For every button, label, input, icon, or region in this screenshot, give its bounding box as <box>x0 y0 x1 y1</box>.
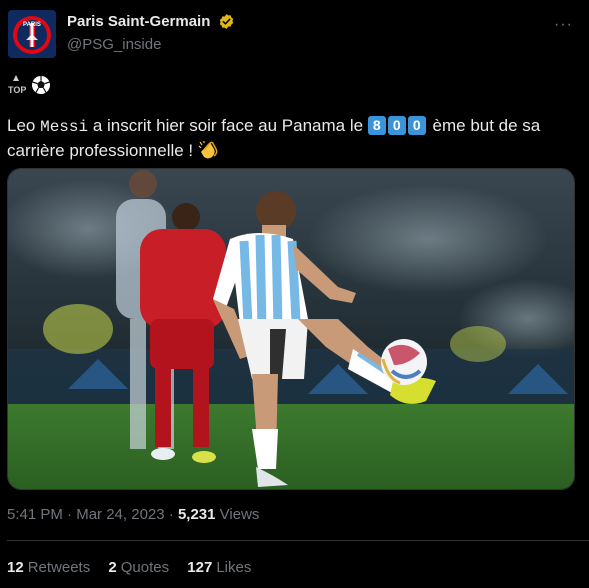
tweet-text-part2: a inscrit hier soir face au Panama le <box>88 116 368 135</box>
display-name[interactable]: Paris Saint-Germain <box>67 13 210 30</box>
retweets-stat[interactable]: 12 Retweets <box>7 559 90 576</box>
tweet-date[interactable]: Mar 24, 2023 <box>76 506 164 523</box>
handle[interactable]: @PSG_inside <box>67 36 235 53</box>
meta-separator: · <box>62 506 77 523</box>
tweet-text: Leo Messi a inscrit hier soir face au Pa… <box>7 114 582 163</box>
messi-photo-image <box>8 169 574 489</box>
tweet-header: PARIS Paris Saint-Germain @PSG_inside ··… <box>8 10 581 62</box>
divider <box>7 540 589 541</box>
views-count: 5,231 <box>177 506 216 523</box>
tweet-text-part1: Leo <box>7 116 41 135</box>
avatar[interactable]: PARIS <box>8 10 56 58</box>
quotes-label: Quotes <box>120 559 170 576</box>
quotes-stat[interactable]: 2 Quotes <box>108 559 169 576</box>
digit-8: 8 <box>367 116 386 135</box>
quotes-count: 2 <box>108 559 117 576</box>
likes-stat[interactable]: 127 Likes <box>187 559 251 576</box>
likes-count: 127 <box>187 559 213 576</box>
psg-crest-icon: PARIS <box>8 10 56 58</box>
retweets-label: Retweets <box>27 559 91 576</box>
tweet-time[interactable]: 5:41 PM <box>7 506 63 523</box>
retweets-count: 12 <box>7 559 24 576</box>
clapping-hands-icon <box>198 141 218 159</box>
likes-label: Likes <box>216 559 252 576</box>
digit-0-second: 0 <box>407 116 426 135</box>
views-label: Views <box>219 506 260 523</box>
account-names: Paris Saint-Germain @PSG_inside <box>67 13 235 53</box>
tweet-text-mono: Messi <box>40 118 89 136</box>
top-badge: TOP <box>7 74 55 96</box>
top-label: TOP <box>8 85 27 95</box>
engagement-stats: 12 Retweets 2 Quotes 127 Likes <box>7 559 265 576</box>
avatar-text: PARIS <box>23 22 41 28</box>
tweet-photo[interactable] <box>7 168 575 490</box>
meta-separator-2: · <box>164 506 178 523</box>
tweet-meta: 5:41 PM · Mar 24, 2023 · 5,231 Views <box>7 506 259 523</box>
more-options-icon[interactable]: ··· <box>554 16 573 34</box>
digit-0-first: 0 <box>387 116 406 135</box>
verified-badge-icon[interactable] <box>218 13 235 30</box>
